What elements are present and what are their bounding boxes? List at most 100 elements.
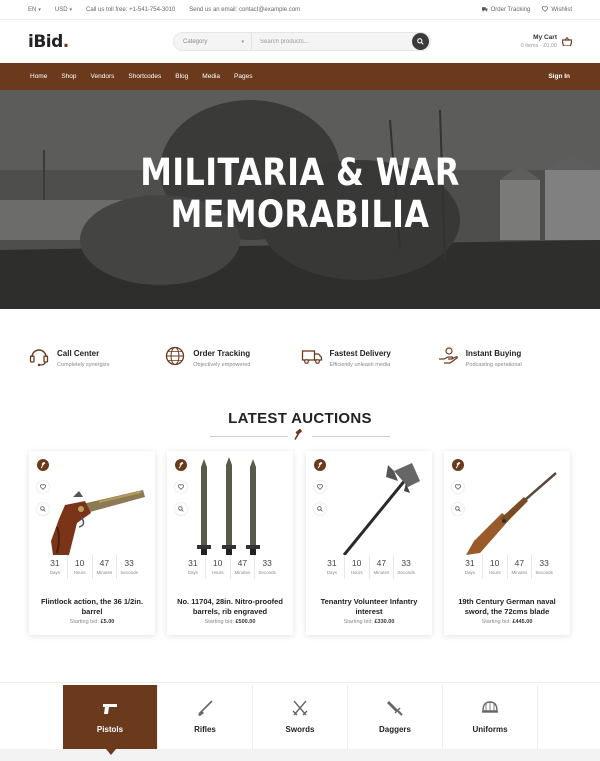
sign-in-link[interactable]: Sign In bbox=[548, 73, 570, 80]
nav-item-blog[interactable]: Blog bbox=[175, 73, 188, 80]
search-button[interactable] bbox=[412, 33, 429, 50]
tab-label: Pistols bbox=[96, 725, 124, 734]
quick-view-button[interactable] bbox=[314, 503, 326, 515]
nav-item-vendors[interactable]: Vendors bbox=[91, 73, 115, 80]
order-tracking-link[interactable]: Order Tracking bbox=[481, 6, 530, 13]
tab-label: Daggers bbox=[378, 725, 411, 734]
quick-view-button[interactable] bbox=[175, 503, 187, 515]
product-name[interactable]: Tenantry Volunteer Infantry interest bbox=[312, 597, 426, 617]
countdown-seconds: 33 Seconds bbox=[258, 558, 276, 575]
nav-item-shortcodes[interactable]: Shortcodes bbox=[128, 73, 161, 80]
countdown-timer: 31 Days 10 Hours 47 Minutes 33 Seconds bbox=[181, 555, 279, 579]
active-tab-pointer bbox=[106, 749, 116, 755]
search-icon bbox=[417, 38, 424, 45]
globe-icon bbox=[166, 346, 185, 366]
gavel-badge bbox=[37, 459, 49, 471]
tab-pistols[interactable]: Pistols bbox=[63, 685, 158, 755]
tab-daggers[interactable]: Daggers bbox=[348, 685, 443, 749]
wishlist-button[interactable] bbox=[452, 481, 464, 493]
feature-fastest-delivery: Fastest Delivery Efficiently unleash medi… bbox=[301, 345, 437, 381]
quick-view-button[interactable] bbox=[37, 503, 49, 515]
hero-banner: MILITARIA & WAR MEMORABILIA bbox=[0, 90, 600, 309]
language-label: EN bbox=[28, 6, 37, 13]
gavel-icon bbox=[40, 461, 45, 468]
wishlist-label: Wishlist bbox=[551, 7, 572, 13]
gavel-icon bbox=[178, 461, 183, 468]
tab-label: Uniforms bbox=[472, 725, 508, 734]
wishlist-button[interactable] bbox=[314, 481, 326, 493]
gavel-icon bbox=[455, 461, 460, 468]
wishlist-button[interactable] bbox=[37, 481, 49, 493]
product-image-axe bbox=[342, 463, 420, 556]
wishlist-button[interactable] bbox=[175, 481, 187, 493]
bid-value: £330.00 bbox=[374, 619, 395, 625]
gavel-badge bbox=[175, 459, 187, 471]
rifle-icon bbox=[198, 700, 213, 716]
logo[interactable]: iBid. bbox=[28, 32, 173, 52]
zoom-icon bbox=[178, 506, 184, 512]
pistol-icon bbox=[103, 704, 117, 714]
category-tabs-footer bbox=[0, 749, 600, 761]
auction-card[interactable]: 31 Days 10 Hours 47 Minutes 33 Seconds No. 1… bbox=[167, 451, 293, 635]
header: iBid. Category ▾ My Cart 0 items - £0.00 bbox=[0, 20, 600, 63]
tab-uniforms[interactable]: Uniforms bbox=[443, 685, 538, 749]
tab-swords[interactable]: Swords bbox=[253, 685, 348, 749]
nav-item-pages[interactable]: Pages bbox=[234, 73, 252, 80]
product-image-flintlock-pistol bbox=[51, 490, 145, 555]
product-image-bayonets bbox=[197, 457, 260, 557]
truck-icon bbox=[301, 350, 322, 364]
top-bar: EN ▾ USD ▾ Call us toll free: +1-541-754-3… bbox=[0, 0, 600, 20]
feature-title: Fastest Delivery bbox=[329, 349, 391, 358]
auction-card[interactable]: 31 Days 10 Hours 47 Minutes 33 Seconds Flint… bbox=[29, 451, 155, 635]
countdown-seconds: 33 Seconds bbox=[535, 558, 553, 575]
countdown-minutes: 47 Minutes bbox=[370, 555, 395, 579]
zoom-icon bbox=[455, 506, 461, 512]
dagger-icon bbox=[387, 701, 403, 716]
heart-icon bbox=[542, 6, 549, 12]
nav-item-home[interactable]: Home bbox=[30, 73, 47, 80]
countdown-hours: 10 Hours bbox=[68, 555, 93, 579]
category-select[interactable]: Category ▾ bbox=[174, 33, 252, 50]
feature-instant-buying: Instant Buying Podcasting operational bbox=[437, 345, 573, 381]
headset-icon bbox=[29, 349, 49, 367]
bid-label: Starting bid: bbox=[343, 619, 373, 625]
helmet-icon bbox=[482, 701, 498, 713]
feature-order-tracking: Order Tracking Objectively empowered bbox=[164, 345, 300, 381]
nav-item-shop[interactable]: Shop bbox=[61, 73, 76, 80]
quick-view-button[interactable] bbox=[452, 503, 464, 515]
phone-text: Call us toll free: +1-541-754-3010 bbox=[86, 6, 176, 13]
feature-call-center: Call Center Completely synergize bbox=[28, 345, 164, 381]
hero-title-line1: MILITARIA & WAR bbox=[140, 151, 460, 194]
starting-bid: Starting bid: £500.00 bbox=[167, 619, 293, 625]
tab-rifles[interactable]: Rifles bbox=[158, 685, 253, 749]
email-text[interactable]: Send us an email: contact@example.com bbox=[189, 7, 300, 13]
language-selector[interactable]: EN ▾ bbox=[28, 7, 41, 13]
chevron-down-icon: ▾ bbox=[241, 38, 244, 45]
countdown-hours: 10 Hours bbox=[345, 555, 370, 579]
wishlist-link[interactable]: Wishlist bbox=[542, 6, 572, 13]
feature-subtitle: Podcasting operational bbox=[465, 362, 522, 368]
gavel-badge bbox=[314, 459, 326, 471]
bid-value: £5.00 bbox=[100, 619, 115, 625]
auction-card[interactable]: 31 Days 10 Hours 47 Minutes 33 Seconds 19th … bbox=[444, 451, 570, 635]
nav-item-media[interactable]: Media bbox=[202, 73, 220, 80]
gavel-icon bbox=[294, 429, 302, 440]
cart-widget[interactable]: My Cart 0 items - £0.00 bbox=[521, 34, 572, 49]
product-name[interactable]: 19th Century German naval sword, the 72c… bbox=[450, 597, 564, 617]
countdown-seconds: 33 Seconds bbox=[120, 558, 138, 575]
feature-subtitle: Completely synergize bbox=[57, 362, 110, 368]
cart-summary: 0 items - £0.00 bbox=[520, 43, 557, 49]
feature-title: Instant Buying bbox=[465, 349, 522, 358]
countdown-days: 31 Days bbox=[320, 555, 345, 579]
currency-selector[interactable]: USD ▾ bbox=[55, 7, 72, 13]
countdown-hours: 10 Hours bbox=[206, 555, 231, 579]
logo-text: iBid bbox=[28, 31, 63, 52]
product-name[interactable]: Flintlock action, the 36 1/2in. barrel bbox=[35, 597, 149, 617]
product-name[interactable]: No. 11704, 28in. Nitro-proofed barrels, … bbox=[173, 597, 287, 617]
basket-icon bbox=[562, 37, 572, 46]
feature-title: Order Tracking bbox=[193, 349, 251, 358]
auction-card[interactable]: 31 Days 10 Hours 47 Minutes 33 Seconds Tenan… bbox=[306, 451, 432, 635]
search-input[interactable] bbox=[252, 38, 412, 45]
countdown-timer: 31 Days 10 Hours 47 Minutes 33 Seconds bbox=[458, 555, 556, 579]
bid-value: £500.00 bbox=[235, 619, 256, 625]
